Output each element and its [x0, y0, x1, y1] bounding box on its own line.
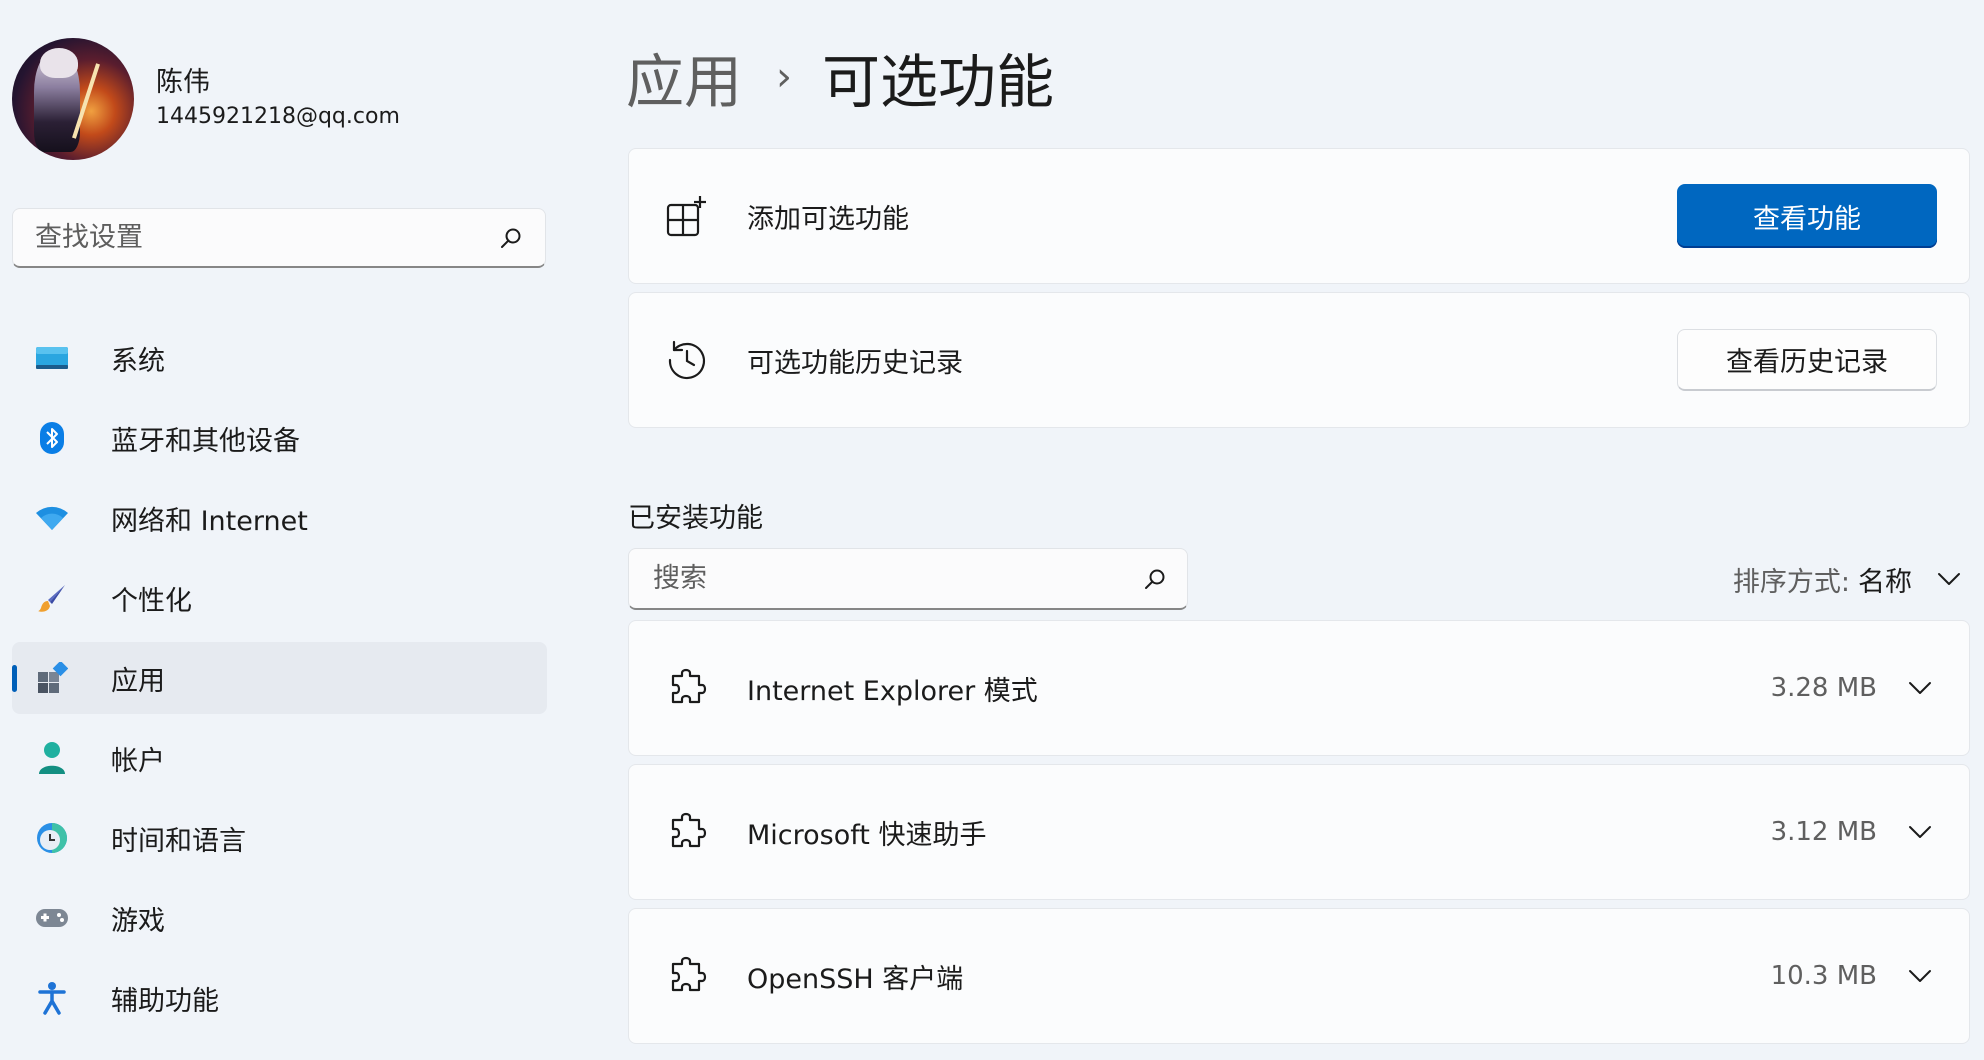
settings-search-input[interactable] — [33, 221, 497, 254]
sidebar-item-network[interactable]: 网络和 Internet — [12, 482, 547, 554]
settings-search-box[interactable] — [12, 208, 546, 268]
sidebar-nav: 系统 蓝牙和其他设备 网络和 Internet 个性化 应用 帐户 时间和语言 … — [12, 322, 547, 1042]
feature-history-card: 可选功能历史记录 查看历史记录 — [628, 292, 1970, 428]
add-feature-card: 添加可选功能 查看功能 — [628, 148, 1970, 284]
feature-row[interactable]: Microsoft 快速助手 3.12 MB — [628, 764, 1970, 900]
page-title: 可选功能 — [822, 48, 1055, 116]
feature-history-label: 可选功能历史记录 — [747, 347, 963, 379]
sidebar-item-label: 系统 — [111, 345, 165, 377]
sidebar-item-personalization[interactable]: 个性化 — [12, 562, 547, 634]
add-feature-icon — [665, 194, 709, 238]
system-display-icon — [34, 340, 70, 376]
feature-row[interactable]: Internet Explorer 模式 3.28 MB — [628, 620, 1970, 756]
avatar[interactable] — [12, 38, 134, 160]
gamepad-icon — [34, 900, 70, 936]
feature-size: 3.12 MB — [1770, 817, 1877, 847]
sidebar-item-label: 网络和 Internet — [111, 505, 308, 537]
sidebar-item-label: 蓝牙和其他设备 — [111, 425, 300, 457]
user-email: 1445921218@qq.com — [156, 104, 400, 129]
sidebar-item-bluetooth[interactable]: 蓝牙和其他设备 — [12, 402, 547, 474]
wifi-icon — [34, 500, 70, 536]
sidebar-item-label: 辅助功能 — [111, 985, 219, 1017]
sidebar-item-time-language[interactable]: 时间和语言 — [12, 802, 547, 874]
user-profile[interactable]: 陈伟 1445921218@qq.com — [12, 38, 400, 160]
user-name: 陈伟 — [156, 67, 210, 98]
sidebar-item-accounts[interactable]: 帐户 — [12, 722, 547, 794]
puzzle-icon — [665, 666, 709, 710]
sort-value[interactable]: 名称 — [1858, 560, 1912, 599]
accessibility-icon — [34, 980, 70, 1016]
sidebar-item-apps[interactable]: 应用 — [12, 642, 547, 714]
sort-dropdown[interactable]: 排序方式: 名称 — [1733, 556, 1962, 602]
breadcrumb: 应用 › 可选功能 — [626, 38, 1054, 116]
chevron-right-icon: › — [776, 54, 793, 100]
chevron-down-icon[interactable] — [1907, 675, 1933, 701]
features-search-box[interactable] — [628, 548, 1188, 610]
puzzle-icon — [665, 954, 709, 998]
sidebar-item-system[interactable]: 系统 — [12, 322, 547, 394]
sidebar-item-label: 个性化 — [111, 585, 192, 617]
breadcrumb-parent[interactable]: 应用 — [626, 35, 742, 119]
features-search-input[interactable] — [651, 562, 1141, 595]
add-feature-label: 添加可选功能 — [747, 203, 909, 235]
history-icon — [665, 338, 709, 382]
puzzle-icon — [665, 810, 709, 854]
account-icon — [34, 740, 70, 776]
feature-size: 3.28 MB — [1770, 673, 1877, 703]
chevron-down-icon[interactable] — [1936, 566, 1962, 592]
view-history-button[interactable]: 查看历史记录 — [1677, 329, 1937, 391]
apps-icon — [34, 660, 70, 696]
bluetooth-icon — [34, 420, 70, 456]
chevron-down-icon[interactable] — [1907, 819, 1933, 845]
time-language-icon — [34, 820, 70, 856]
feature-name: OpenSSH 客户端 — [747, 963, 964, 995]
sidebar-item-label: 游戏 — [111, 905, 165, 937]
feature-size: 10.3 MB — [1770, 961, 1877, 991]
chevron-down-icon[interactable] — [1907, 963, 1933, 989]
installed-features-title: 已安装功能 — [628, 503, 763, 534]
sidebar-item-label: 帐户 — [111, 745, 165, 777]
sidebar-item-label: 应用 — [111, 665, 165, 697]
feature-row[interactable]: OpenSSH 客户端 10.3 MB — [628, 908, 1970, 1044]
sidebar-item-label: 时间和语言 — [111, 825, 246, 857]
sidebar-item-gaming[interactable]: 游戏 — [12, 882, 547, 954]
sort-label: 排序方式: — [1732, 566, 1850, 598]
feature-name: Microsoft 快速助手 — [747, 819, 987, 851]
sidebar-item-accessibility[interactable]: 辅助功能 — [12, 962, 547, 1034]
search-icon[interactable] — [1141, 565, 1169, 593]
paintbrush-icon — [34, 580, 70, 616]
feature-name: Internet Explorer 模式 — [747, 675, 1038, 707]
search-icon[interactable] — [497, 224, 525, 252]
view-features-button[interactable]: 查看功能 — [1677, 184, 1937, 248]
